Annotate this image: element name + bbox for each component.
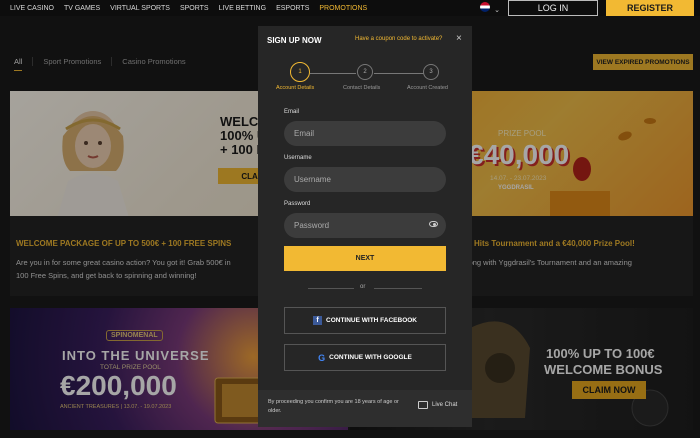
chevron-down-icon: ⌄	[494, 7, 500, 14]
nav-item-tv-games[interactable]: TV GAMES	[64, 5, 100, 12]
register-button[interactable]: REGISTER	[606, 0, 694, 16]
google-button-label: CONTINUE WITH GOOGLE	[329, 354, 412, 361]
top-navigation: LIVE CASINO TV GAMES VIRTUAL SPORTS SPOR…	[0, 0, 700, 16]
username-label: Username	[284, 155, 312, 161]
language-selector[interactable]: ⌄	[479, 0, 500, 17]
divider-right	[374, 288, 422, 289]
modal-title: SIGN UP NOW	[267, 36, 322, 45]
modal-footer: By proceeding you confirm you are 18 yea…	[258, 390, 472, 427]
email-label: Email	[284, 109, 300, 115]
login-button[interactable]: LOG IN	[508, 0, 598, 16]
uk-flag-icon	[479, 2, 490, 12]
age-disclaimer: By proceeding you confirm you are 18 yea…	[268, 399, 399, 414]
nav-item-promotions[interactable]: PROMOTIONS	[319, 5, 367, 12]
page: LIVE CASINO TV GAMES VIRTUAL SPORTS SPOR…	[0, 0, 700, 438]
signup-stepper: 1 2 3 Account Details Contact Details Ac…	[258, 62, 472, 94]
signup-modal: SIGN UP NOW Have a coupon code to activa…	[258, 26, 472, 427]
show-password-eye-icon[interactable]	[429, 221, 438, 227]
password-field[interactable]: Password	[284, 213, 446, 238]
username-field[interactable]: Username	[284, 167, 446, 192]
nav-item-virtual-sports[interactable]: VIRTUAL SPORTS	[110, 5, 170, 12]
step-connector	[310, 73, 356, 74]
coupon-code-link[interactable]: Have a coupon code to activate?	[355, 36, 442, 42]
nav-item-live-casino[interactable]: LIVE CASINO	[10, 5, 54, 12]
step-3-label: Account Created	[407, 85, 448, 91]
facebook-icon: f	[313, 316, 322, 325]
divider-left	[308, 288, 354, 289]
nav-item-esports[interactable]: ESPORTS	[276, 5, 309, 12]
modal-header: SIGN UP NOW Have a coupon code to activa…	[258, 26, 472, 54]
step-connector	[374, 73, 424, 74]
nav-item-sports[interactable]: SPORTS	[180, 5, 209, 12]
email-field[interactable]: Email	[284, 121, 446, 146]
nav-actions: ⌄ LOG IN REGISTER	[479, 0, 694, 17]
nav-item-live-betting[interactable]: LIVE BETTING	[219, 5, 266, 12]
or-separator: or	[360, 284, 366, 290]
step-1-indicator: 1	[290, 62, 310, 82]
step-1-label: Account Details	[276, 85, 315, 91]
facebook-button-label: CONTINUE WITH FACEBOOK	[326, 317, 417, 324]
step-2-indicator: 2	[357, 64, 373, 80]
password-placeholder: Password	[294, 221, 330, 230]
live-chat-button[interactable]: Live Chat	[418, 401, 457, 409]
continue-with-facebook-button[interactable]: f CONTINUE WITH FACEBOOK	[284, 307, 446, 334]
close-icon[interactable]: ×	[456, 33, 462, 44]
google-icon: G	[318, 352, 326, 363]
password-label: Password	[284, 201, 311, 207]
step-2-label: Contact Details	[343, 85, 381, 91]
live-chat-label: Live Chat	[432, 402, 458, 408]
continue-with-google-button[interactable]: G CONTINUE WITH GOOGLE	[284, 344, 446, 371]
chat-bubble-icon	[418, 401, 428, 409]
step-3-indicator: 3	[423, 64, 439, 80]
next-button[interactable]: NEXT	[284, 246, 446, 271]
